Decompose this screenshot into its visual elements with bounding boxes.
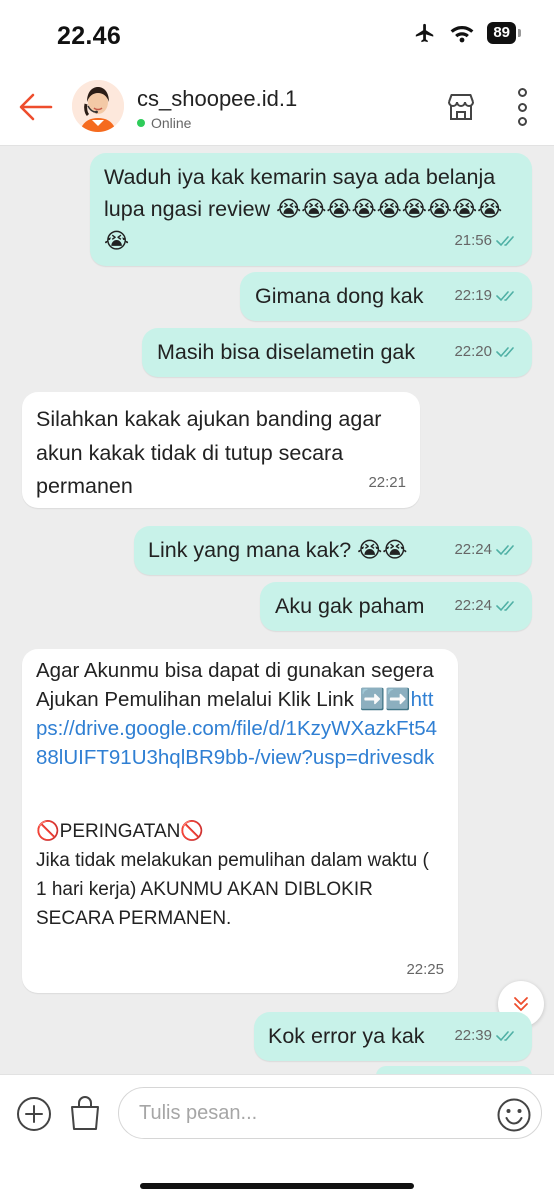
message-time: 22:20 — [454, 343, 492, 360]
message-time: 22:24 — [454, 541, 492, 558]
read-checkmarks-icon — [496, 347, 514, 358]
warning-text: Jika tidak melakukan pemulihan dalam wak… — [36, 850, 429, 929]
shop-icon — [448, 94, 474, 120]
message-time: 22:24 — [454, 597, 492, 614]
message-text: Agar Akunmu bisa dapat di gunakan segera… — [36, 659, 434, 711]
read-checkmarks-icon — [496, 291, 514, 302]
message-meta: 22:24 — [454, 590, 518, 622]
message-bubble-outgoing[interactable]: Aku gak paham 22:24 — [260, 582, 532, 631]
message-text: Gimana dong kak — [255, 284, 424, 308]
read-checkmarks-icon — [496, 545, 514, 556]
message-text: Aku gak paham — [275, 594, 425, 618]
message-bubble-incoming[interactable]: Silahkan kakak ajukan banding agar akun … — [22, 392, 420, 508]
message-bubble-outgoing[interactable]: Waduh iya kak kemarin saya ada belanja l… — [90, 153, 532, 266]
message-time: 22:25 — [406, 961, 444, 978]
message-text: Waduh iya kak kemarin saya ada belanja l… — [104, 165, 503, 253]
emoji-button[interactable] — [496, 1097, 532, 1133]
contact-name: cs_shoopee.id.1 — [137, 86, 298, 111]
online-dot-icon — [137, 119, 145, 127]
message-bubble-incoming[interactable]: Agar Akunmu bisa dapat di gunakan segera… — [22, 649, 458, 993]
attach-button[interactable] — [16, 1096, 52, 1132]
message-bubble-outgoing[interactable]: Masih bisa diselametin gak 22:20 — [142, 328, 532, 377]
read-checkmarks-icon — [496, 1031, 514, 1042]
message-time: 21:56 — [454, 232, 492, 249]
chevron-double-down-icon — [514, 997, 528, 1011]
warning-title: 🚫PERINGATAN🚫 — [36, 821, 205, 842]
avatar[interactable] — [72, 80, 124, 132]
message-text: Masih bisa diselametin gak — [157, 340, 416, 364]
message-time: 22:21 — [368, 473, 406, 491]
battery-indicator: 89 — [487, 22, 521, 44]
composer-bar — [0, 1074, 554, 1199]
chat-header: cs_shoopee.id.1 Online — [0, 70, 554, 146]
online-label: Online — [151, 115, 192, 131]
message-text: Kok error ya kak — [268, 1024, 425, 1048]
message-input[interactable] — [118, 1087, 542, 1139]
message-meta: 22:20 — [454, 336, 518, 368]
message-time: 22:39 — [454, 1027, 492, 1044]
product-button[interactable] — [68, 1094, 102, 1132]
more-dot — [517, 117, 527, 126]
plus-circle-icon — [17, 1097, 51, 1131]
message-meta: 22:39 — [454, 1020, 518, 1052]
message-bubble-outgoing[interactable]: Gimana dong kak 22:19 — [240, 272, 532, 321]
status-icons: 89 — [413, 22, 521, 44]
emoji-icon — [497, 1098, 531, 1132]
read-checkmarks-icon — [496, 601, 514, 612]
message-meta: 22:21 — [368, 466, 406, 500]
wifi-icon — [450, 26, 474, 43]
shop-button[interactable] — [444, 90, 478, 124]
contact-status: Online — [137, 115, 191, 131]
shopping-bag-icon — [71, 1096, 99, 1130]
more-options-button[interactable] — [512, 88, 532, 126]
message-meta: 22:19 — [454, 280, 518, 312]
message-meta: 22:24 — [454, 534, 518, 566]
airplane-icon — [416, 23, 434, 43]
message-bubble-outgoing[interactable]: Kok error ya kak 22:39 — [254, 1012, 532, 1061]
read-checkmarks-icon — [496, 236, 514, 247]
message-text: Silahkan kakak ajukan banding agar akun … — [36, 407, 382, 498]
message-meta: 21:56 — [454, 225, 518, 257]
message-text: Link yang mana kak? 😭😭 — [148, 538, 408, 562]
back-button[interactable] — [16, 90, 56, 124]
message-bubble-outgoing[interactable]: Link yang mana kak? 😭😭 22:24 — [134, 526, 532, 575]
back-arrow-icon — [19, 93, 53, 121]
message-meta: 22:25 — [406, 955, 444, 984]
status-bar: 22.46 89 — [0, 0, 554, 70]
message-time: 22:19 — [454, 287, 492, 304]
more-vertical-icon — [517, 88, 527, 97]
agent-avatar-image — [72, 80, 124, 132]
more-dot — [517, 102, 527, 112]
status-time: 22.46 — [57, 22, 122, 50]
home-indicator — [140, 1183, 414, 1189]
